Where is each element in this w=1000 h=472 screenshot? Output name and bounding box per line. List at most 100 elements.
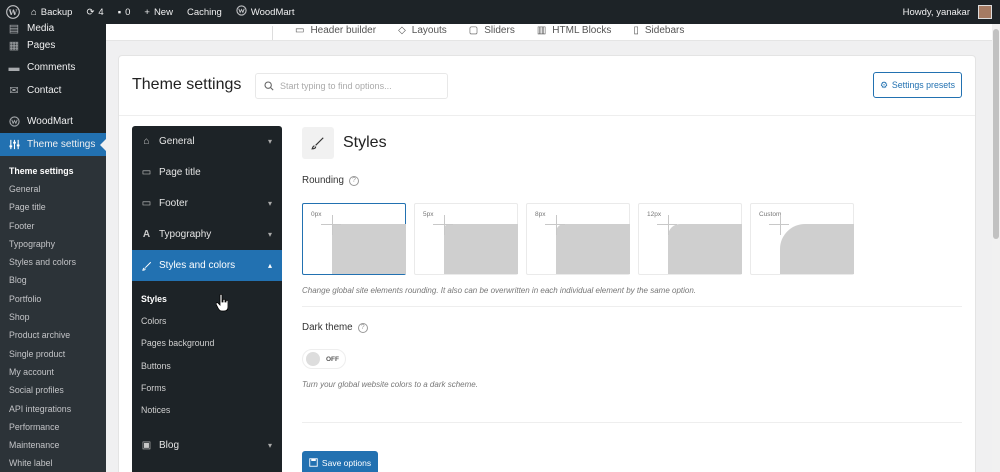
sidebar-item-label: Media — [27, 22, 55, 34]
toolbar-item-html-blocks[interactable]: ▥ HTML Blocks — [537, 25, 612, 36]
subnav-item-pages-background[interactable]: Pages background — [132, 332, 282, 354]
toolbar-item-layouts[interactable]: ◇ Layouts — [398, 25, 447, 36]
save-options-button[interactable]: Save options — [302, 451, 378, 472]
hand-cursor-icon — [216, 294, 228, 312]
nav-item-label: Styles and colors — [159, 260, 236, 271]
sidebar-item-theme-settings[interactable]: Theme settings — [0, 133, 106, 156]
page-scrollbar[interactable] — [992, 24, 1000, 472]
nav-item-general[interactable]: ⌂ General ▾ — [132, 126, 282, 157]
rounding-option-0px[interactable]: 0px — [302, 203, 406, 275]
submenu-item[interactable]: Maintenance — [0, 436, 106, 454]
updates-link[interactable]: ⟳ 4 — [79, 0, 110, 24]
submenu-item[interactable]: General — [0, 180, 106, 198]
submenu-item[interactable]: Product archive — [0, 326, 106, 344]
nav-item-blog[interactable]: ▣ Blog ▾ — [132, 430, 282, 461]
subnav-item-forms[interactable]: Forms — [132, 377, 282, 399]
rounding-option-12px[interactable]: 12px — [638, 203, 742, 275]
styles-and-colors-subnav: Styles Colors Pages background Buttons F… — [132, 281, 282, 424]
toolbar-item-sidebars[interactable]: ▯ Sidebars — [633, 25, 684, 36]
guide-line — [545, 224, 565, 225]
rounding-options: 0px 5px 8px 12px Custom — [302, 203, 854, 275]
help-icon[interactable]: ? — [357, 322, 368, 333]
submenu-item[interactable]: White label — [0, 454, 106, 472]
svg-text:W: W — [8, 8, 18, 17]
howdy-label: Howdy, yanakar — [902, 6, 970, 18]
save-label: Save options — [321, 458, 372, 468]
sidebar-item-label: Comments — [27, 62, 76, 74]
submenu-item[interactable]: Social profiles — [0, 381, 106, 399]
sidebar-item-woodmart[interactable]: WoodMart — [0, 111, 106, 134]
submenu-item[interactable]: Styles and colors — [0, 253, 106, 271]
rounding-description: Change global site elements rounding. It… — [302, 286, 697, 295]
submenu-item[interactable]: Portfolio — [0, 290, 106, 308]
submenu-item[interactable]: My account — [0, 363, 106, 381]
submenu-item[interactable]: Page title — [0, 198, 106, 216]
site-name-link[interactable]: ⌂ Backup — [24, 0, 79, 24]
toolbar-item-label: Sliders — [484, 25, 515, 36]
typography-icon: A — [142, 229, 151, 240]
rounding-option-5px[interactable]: 5px — [414, 203, 518, 275]
subnav-item-styles[interactable]: Styles — [132, 288, 282, 310]
guide-line — [668, 215, 669, 235]
updates-count: 4 — [98, 6, 104, 18]
my-account-link[interactable]: Howdy, yanakar — [896, 0, 1000, 24]
sliders-icon: ▢ — [468, 25, 479, 36]
options-search[interactable] — [255, 73, 448, 99]
mail-icon: ✉ — [9, 84, 19, 97]
page-title: Theme settings — [132, 76, 242, 93]
guide-line — [321, 224, 341, 225]
footer-icon: ▭ — [141, 198, 152, 209]
submenu-item[interactable]: Theme settings — [0, 162, 106, 180]
dark-theme-toggle[interactable]: OFF — [302, 349, 346, 369]
sidebar-item-contact[interactable]: ✉ Contact — [0, 79, 106, 102]
submenu-item[interactable]: API integrations — [0, 399, 106, 417]
submenu-item[interactable]: Single product — [0, 344, 106, 362]
toolbar-item-label: Layouts — [411, 25, 447, 36]
comments-count: 0 — [125, 6, 131, 18]
nav-item-page-title[interactable]: ▭ Page title — [132, 157, 282, 188]
woodmart-link[interactable]: WoodMart — [229, 0, 302, 24]
subnav-item-notices[interactable]: Notices — [132, 399, 282, 421]
nav-item-footer[interactable]: ▭ Footer ▾ — [132, 188, 282, 219]
submenu-item[interactable]: Shop — [0, 308, 106, 326]
submenu-item[interactable]: Typography — [0, 235, 106, 253]
menu-separator — [0, 102, 106, 111]
section-header: Styles — [302, 126, 962, 159]
help-icon[interactable]: ? — [348, 175, 359, 186]
search-input[interactable] — [280, 81, 440, 91]
updates-icon: ⟳ — [86, 6, 95, 18]
submenu-item[interactable]: Footer — [0, 216, 106, 234]
nav-item-typography[interactable]: A Typography ▾ — [132, 219, 282, 250]
submenu-item[interactable]: Performance — [0, 418, 106, 436]
toolbar-item-header-builder[interactable]: ▭ Header builder — [295, 25, 376, 36]
rounding-option-label: 5px — [423, 211, 434, 218]
comments-icon: ▬ — [8, 61, 20, 74]
header-builder-icon: ▭ — [295, 25, 305, 36]
guide-line — [657, 224, 677, 225]
sidebar-item-media[interactable]: ▤ Media — [0, 22, 106, 35]
toggle-state: OFF — [326, 355, 339, 363]
dark-theme-label: Dark theme ? — [302, 322, 368, 333]
pages-icon: ▦ — [8, 39, 20, 52]
sidebar-item-pages[interactable]: ▦ Pages — [0, 34, 106, 57]
caching-link[interactable]: Caching — [180, 0, 229, 24]
scrollbar-thumb[interactable] — [993, 29, 999, 239]
subnav-item-colors[interactable]: Colors — [132, 310, 282, 332]
toolbar-item-label: Header builder — [310, 25, 377, 36]
guide-line — [780, 215, 781, 235]
toolbar-item-sliders[interactable]: ▢ Sliders — [469, 25, 515, 36]
comment-bubble-icon: ▪ — [117, 6, 122, 18]
settings-presets-button[interactable]: ⚙ Settings presets — [873, 72, 962, 98]
divider — [302, 306, 962, 307]
wordpress-logo-icon[interactable]: W — [2, 1, 24, 23]
comments-link[interactable]: ▪ 0 — [111, 0, 138, 24]
submenu-item[interactable]: Blog — [0, 271, 106, 289]
nav-item-styles-and-colors[interactable]: Styles and colors ▴ — [132, 250, 282, 281]
new-content-link[interactable]: + New — [137, 0, 180, 24]
toggle-knob — [306, 352, 320, 366]
rounding-option-custom[interactable]: Custom — [750, 203, 854, 275]
sidebar-item-comments[interactable]: ▬ Comments — [0, 57, 106, 80]
rounding-option-8px[interactable]: 8px — [526, 203, 630, 275]
sidebar-item-label: WoodMart — [27, 116, 73, 128]
subnav-item-buttons[interactable]: Buttons — [132, 355, 282, 377]
